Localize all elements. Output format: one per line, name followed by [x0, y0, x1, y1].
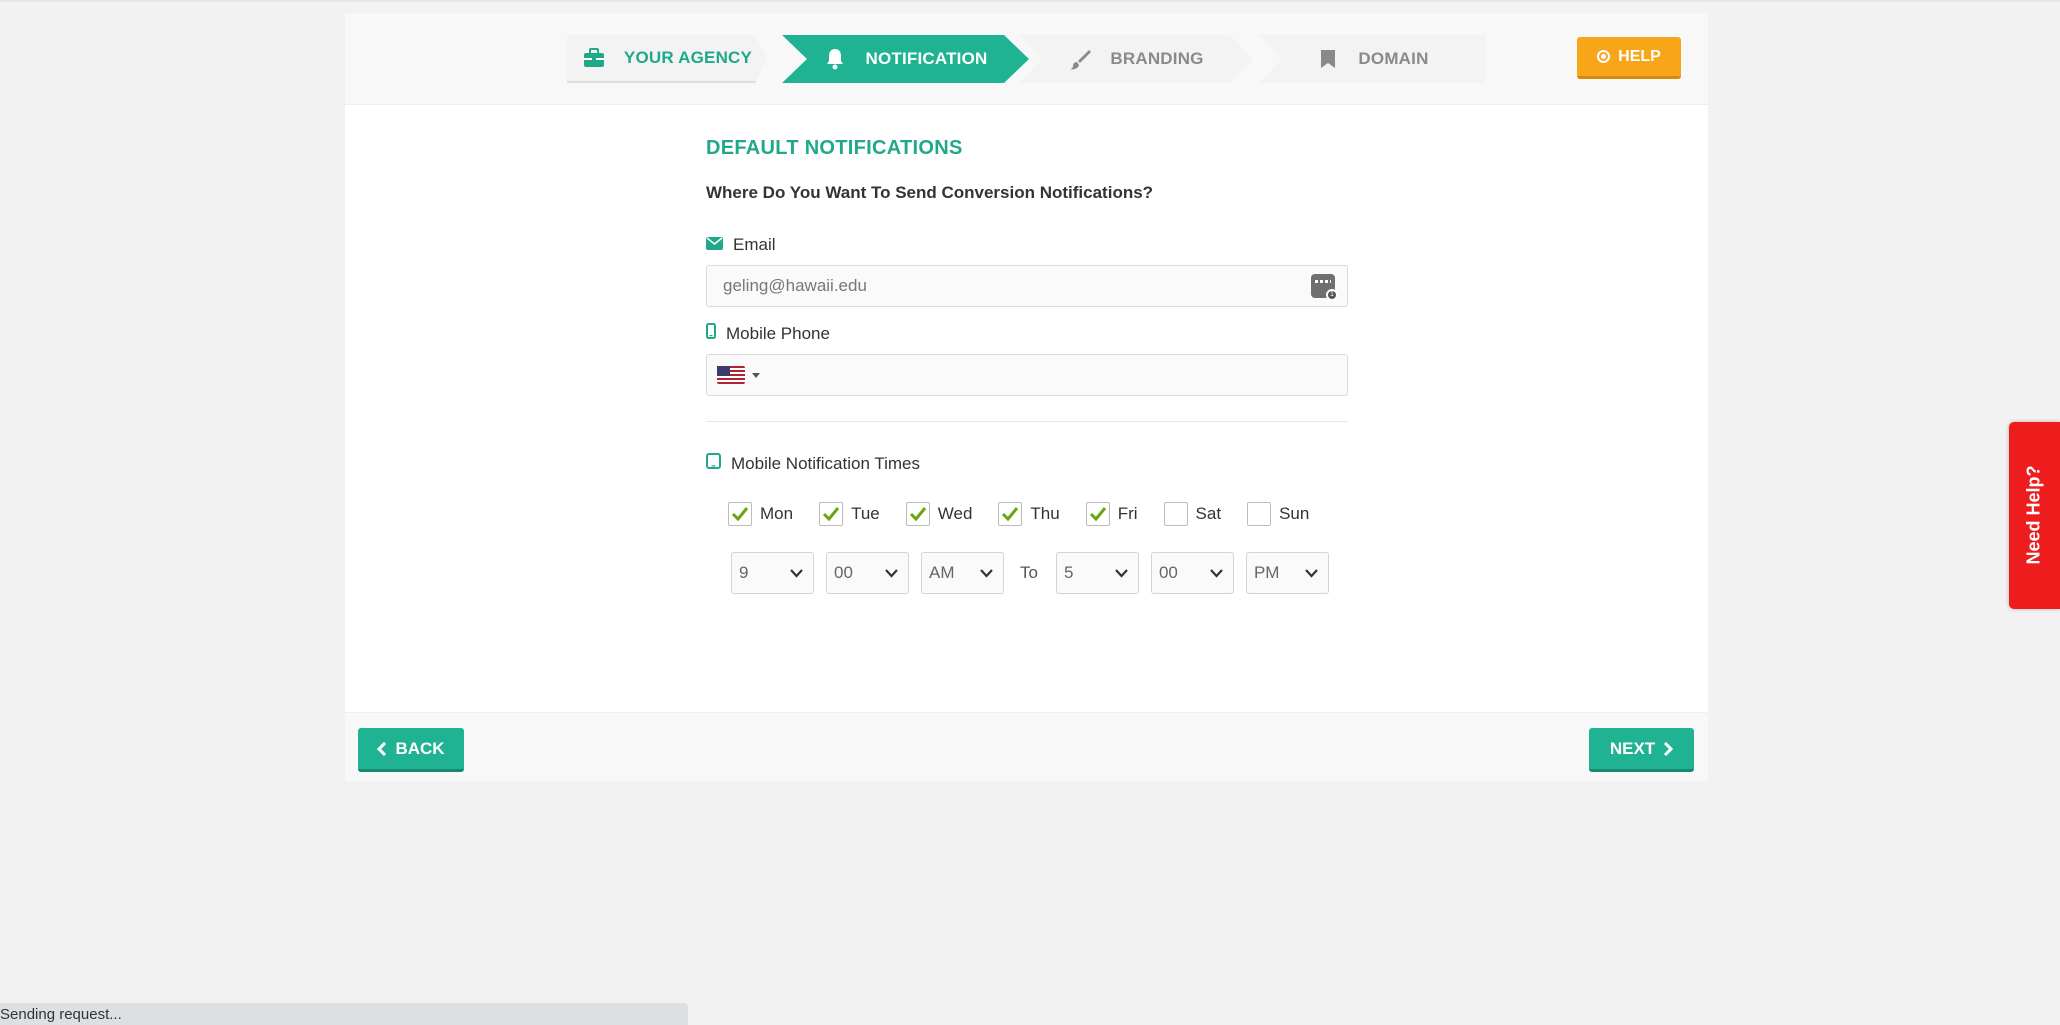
day-label: Mon — [760, 504, 794, 523]
tablet-icon — [706, 453, 721, 474]
checkbox[interactable] — [1247, 502, 1272, 526]
day-thu[interactable]: Thu — [998, 502, 1060, 526]
mobile-icon — [706, 323, 716, 344]
question-text: Where Do You Want To Send Conversion Not… — [706, 183, 1154, 202]
briefcase-icon — [582, 46, 606, 70]
chevron-down-icon — [1115, 568, 1128, 578]
select-value: AM — [929, 563, 955, 582]
wizard-footer — [345, 712, 1708, 781]
to-label: To — [1020, 563, 1038, 582]
browser-status-bar: Sending request... — [0, 1003, 688, 1025]
check-icon — [1089, 507, 1106, 522]
phone-label-text: Mobile Phone — [726, 323, 830, 343]
day-mon[interactable]: Mon — [728, 502, 793, 526]
chevron-down-icon — [980, 568, 993, 578]
day-checkboxes: Mon Tue Wed Thu Fri Sat Sun — [728, 502, 1335, 526]
next-button-label: NEXT — [1609, 738, 1656, 758]
checkbox[interactable] — [998, 502, 1023, 526]
day-fri[interactable]: Fri — [1085, 502, 1138, 526]
chevron-down-icon — [1305, 568, 1318, 578]
step-your-agency[interactable]: YOUR AGENCY — [567, 35, 767, 83]
bell-icon — [823, 47, 847, 71]
password-manager-icon[interactable]: 1 — [1311, 274, 1338, 301]
check-icon — [731, 507, 749, 522]
day-tue[interactable]: Tue — [819, 502, 880, 526]
back-button-label: BACK — [395, 738, 445, 758]
us-flag-icon[interactable] — [717, 366, 745, 384]
select-value: 00 — [1158, 563, 1178, 582]
day-label: Wed — [937, 504, 973, 523]
divider — [706, 421, 1348, 422]
check-icon — [1002, 507, 1019, 522]
chevron-left-icon — [377, 741, 387, 756]
select-value: PM — [1253, 563, 1280, 582]
next-button[interactable]: NEXT — [1589, 728, 1694, 772]
help-button-label: HELP — [1618, 47, 1661, 65]
back-button[interactable]: BACK — [358, 728, 464, 772]
day-label: Tue — [851, 504, 880, 523]
wizard-card: YOUR AGENCY NOTIFICATION BRANDING DOMAIN… — [345, 13, 1708, 781]
email-label-text: Email — [733, 235, 776, 254]
top-edge-line — [0, 0, 2060, 2]
envelope-icon — [706, 235, 723, 255]
from-minute-select[interactable]: 00 — [826, 552, 909, 594]
chevron-down-icon — [885, 568, 898, 578]
day-wed[interactable]: Wed — [905, 502, 973, 526]
from-ampm-select[interactable]: AM — [921, 552, 1004, 594]
select-value: 9 — [739, 563, 749, 582]
section-title: DEFAULT NOTIFICATIONS — [706, 137, 963, 159]
select-value: 00 — [834, 563, 853, 582]
checkbox[interactable] — [905, 502, 930, 526]
check-icon — [909, 507, 926, 522]
step-label: DOMAIN — [1358, 49, 1429, 68]
day-sun[interactable]: Sun — [1247, 502, 1309, 526]
step-notification[interactable]: NOTIFICATION — [782, 35, 1029, 83]
step-label: BRANDING — [1110, 49, 1204, 68]
notification-times-label: Mobile Notification Times — [706, 453, 920, 474]
select-value: 5 — [1063, 563, 1074, 582]
email-label: Email — [706, 235, 776, 255]
checkbox[interactable] — [728, 502, 752, 526]
check-icon — [823, 507, 840, 522]
chevron-down-icon — [790, 568, 803, 578]
need-help-tab[interactable]: Need Help? — [2009, 422, 2060, 609]
to-minute-select[interactable]: 00 — [1150, 552, 1234, 594]
checkbox[interactable] — [1163, 502, 1188, 526]
status-text: Sending request... — [0, 1006, 122, 1023]
phone-label: Mobile Phone — [706, 323, 830, 344]
day-sat[interactable]: Sat — [1163, 502, 1222, 526]
day-label: Fri — [1117, 504, 1138, 523]
need-help-label: Need Help? — [2023, 465, 2044, 565]
mobile-phone-field[interactable] — [706, 354, 1348, 396]
wizard-header: YOUR AGENCY NOTIFICATION BRANDING DOMAIN… — [345, 13, 1708, 105]
from-hour-select[interactable]: 9 — [731, 552, 814, 594]
day-label: Thu — [1030, 504, 1060, 523]
email-value: geling@hawaii.edu — [723, 276, 867, 295]
to-hour-select[interactable]: 5 — [1055, 552, 1139, 594]
day-label: Sat — [1195, 504, 1222, 523]
time-range: 9 00 AM To 5 00 PM — [731, 552, 1341, 594]
chevron-down-icon — [1210, 568, 1223, 578]
notification-times-label-text: Mobile Notification Times — [731, 453, 920, 473]
step-branding[interactable]: BRANDING — [1019, 35, 1253, 83]
step-domain[interactable]: DOMAIN — [1259, 35, 1486, 83]
brush-icon — [1068, 47, 1092, 71]
to-ampm-select[interactable]: PM — [1245, 552, 1329, 594]
step-label: NOTIFICATION — [865, 49, 988, 68]
chevron-down-icon[interactable] — [752, 372, 760, 378]
day-label: Sun — [1279, 504, 1310, 523]
chevron-right-icon — [1664, 741, 1674, 756]
checkbox[interactable] — [819, 502, 844, 526]
email-field[interactable]: geling@hawaii.edu 1 — [706, 265, 1348, 307]
help-circle-icon — [1597, 50, 1611, 63]
help-button[interactable]: HELP — [1577, 37, 1681, 79]
checkbox[interactable] — [1085, 502, 1110, 526]
step-label: YOUR AGENCY — [623, 48, 753, 67]
bookmark-icon — [1316, 47, 1340, 71]
